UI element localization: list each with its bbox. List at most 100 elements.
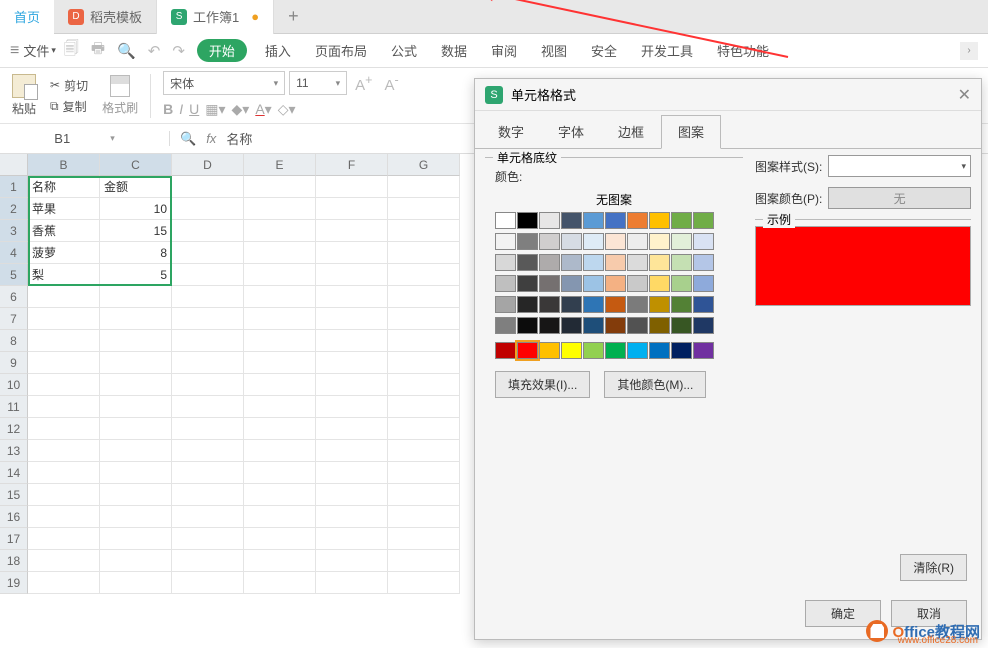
more-colors-button[interactable]: 其他颜色(M)... bbox=[604, 371, 706, 398]
underline-icon[interactable]: U bbox=[189, 101, 199, 118]
cell[interactable] bbox=[28, 418, 100, 440]
tab-developer[interactable]: 开发工具 bbox=[631, 41, 703, 60]
color-swatch[interactable] bbox=[561, 254, 582, 271]
cell[interactable] bbox=[388, 440, 460, 462]
cell[interactable] bbox=[100, 440, 172, 462]
color-swatch[interactable] bbox=[583, 254, 604, 271]
paste-group[interactable]: 粘贴 bbox=[6, 74, 42, 117]
row-header[interactable]: 6 bbox=[0, 286, 28, 308]
tab-special[interactable]: 特色功能 bbox=[707, 41, 779, 60]
cell[interactable] bbox=[388, 550, 460, 572]
cell[interactable] bbox=[244, 462, 316, 484]
column-header[interactable]: F bbox=[316, 154, 388, 176]
color-swatch[interactable] bbox=[583, 342, 604, 359]
color-swatch[interactable] bbox=[561, 342, 582, 359]
row-header[interactable]: 18 bbox=[0, 550, 28, 572]
color-swatch[interactable] bbox=[517, 342, 538, 359]
cell[interactable] bbox=[244, 176, 316, 198]
cell[interactable] bbox=[172, 264, 244, 286]
color-swatch[interactable] bbox=[495, 317, 516, 334]
color-swatch[interactable] bbox=[583, 233, 604, 250]
redo-icon[interactable]: ↷ bbox=[168, 42, 189, 60]
clear-button[interactable]: 清除(R) bbox=[900, 554, 967, 581]
cell[interactable] bbox=[244, 308, 316, 330]
color-swatch[interactable] bbox=[693, 275, 714, 292]
cell[interactable] bbox=[244, 264, 316, 286]
cell[interactable] bbox=[388, 374, 460, 396]
color-swatch[interactable] bbox=[517, 233, 538, 250]
color-swatch[interactable] bbox=[495, 233, 516, 250]
cell[interactable] bbox=[28, 506, 100, 528]
new-tab-button[interactable]: + bbox=[274, 6, 313, 27]
color-swatch[interactable] bbox=[517, 212, 538, 229]
cell[interactable] bbox=[28, 484, 100, 506]
cell[interactable] bbox=[316, 440, 388, 462]
cell[interactable]: 菠萝 bbox=[28, 242, 100, 264]
color-swatch[interactable] bbox=[539, 275, 560, 292]
color-swatch[interactable] bbox=[605, 296, 626, 313]
formula-input[interactable] bbox=[226, 131, 426, 146]
cell[interactable] bbox=[28, 440, 100, 462]
color-swatch[interactable] bbox=[649, 233, 670, 250]
cut-button[interactable]: ✂剪切 bbox=[50, 77, 88, 94]
pattern-style-select[interactable]: ▾ bbox=[828, 155, 971, 177]
row-header[interactable]: 2 bbox=[0, 198, 28, 220]
cell[interactable] bbox=[244, 374, 316, 396]
cell[interactable] bbox=[388, 352, 460, 374]
cell[interactable] bbox=[244, 550, 316, 572]
cell[interactable] bbox=[172, 396, 244, 418]
row-header[interactable]: 16 bbox=[0, 506, 28, 528]
name-box[interactable]: B1▾ bbox=[0, 131, 170, 146]
cell[interactable] bbox=[316, 462, 388, 484]
pattern-color-select[interactable]: 无 bbox=[828, 187, 971, 209]
color-swatch[interactable] bbox=[583, 317, 604, 334]
color-swatch[interactable] bbox=[561, 317, 582, 334]
cell[interactable] bbox=[388, 286, 460, 308]
cell[interactable] bbox=[172, 352, 244, 374]
row-header[interactable]: 4 bbox=[0, 242, 28, 264]
color-swatch[interactable] bbox=[649, 254, 670, 271]
tab-security[interactable]: 安全 bbox=[581, 41, 627, 60]
cell[interactable] bbox=[172, 418, 244, 440]
cell[interactable] bbox=[388, 484, 460, 506]
cell[interactable] bbox=[100, 352, 172, 374]
cell[interactable] bbox=[244, 440, 316, 462]
color-swatch[interactable] bbox=[605, 275, 626, 292]
cell[interactable] bbox=[100, 286, 172, 308]
cell[interactable] bbox=[28, 462, 100, 484]
tab-home[interactable]: 首页 bbox=[0, 0, 54, 34]
color-swatch[interactable] bbox=[495, 296, 516, 313]
color-swatch[interactable] bbox=[671, 296, 692, 313]
cell[interactable] bbox=[28, 308, 100, 330]
color-swatch[interactable] bbox=[495, 212, 516, 229]
color-swatch[interactable] bbox=[671, 317, 692, 334]
cell[interactable] bbox=[244, 418, 316, 440]
cell[interactable] bbox=[100, 572, 172, 594]
cell[interactable]: 5 bbox=[100, 264, 172, 286]
color-swatch[interactable] bbox=[627, 342, 648, 359]
cell[interactable] bbox=[388, 176, 460, 198]
cell[interactable] bbox=[172, 572, 244, 594]
cell[interactable] bbox=[172, 198, 244, 220]
cell[interactable] bbox=[388, 572, 460, 594]
color-swatch[interactable] bbox=[539, 342, 560, 359]
color-swatch[interactable] bbox=[649, 296, 670, 313]
color-swatch[interactable] bbox=[671, 212, 692, 229]
decrease-font-icon[interactable]: A- bbox=[380, 73, 402, 94]
cell[interactable] bbox=[172, 242, 244, 264]
cell[interactable] bbox=[388, 330, 460, 352]
cell[interactable] bbox=[316, 330, 388, 352]
column-header[interactable]: G bbox=[388, 154, 460, 176]
cell[interactable] bbox=[172, 374, 244, 396]
save-icon[interactable]: 🗐 bbox=[60, 38, 83, 63]
color-swatch[interactable] bbox=[539, 317, 560, 334]
cell[interactable] bbox=[388, 528, 460, 550]
color-swatch[interactable] bbox=[627, 317, 648, 334]
cell[interactable] bbox=[316, 484, 388, 506]
row-header[interactable]: 11 bbox=[0, 396, 28, 418]
tab-template[interactable]: D稻壳模板 bbox=[54, 0, 156, 34]
cell[interactable] bbox=[244, 242, 316, 264]
column-header[interactable]: E bbox=[244, 154, 316, 176]
color-swatch[interactable] bbox=[561, 296, 582, 313]
color-swatch[interactable] bbox=[605, 254, 626, 271]
